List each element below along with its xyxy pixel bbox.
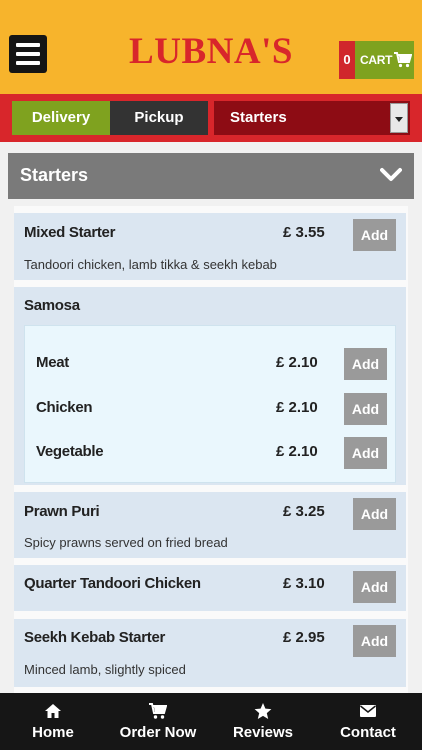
order-type-bar: Delivery Pickup Starters	[0, 94, 422, 142]
menu-item: Seekh Kebab Starter £ 2.95 Add Minced la…	[14, 619, 406, 687]
nav-home[interactable]: Home	[18, 693, 88, 750]
hamburger-line	[16, 43, 40, 47]
variant-name: Chicken	[36, 399, 93, 416]
menu-hamburger-button[interactable]	[9, 35, 47, 73]
item-price: £ 3.55	[283, 224, 325, 241]
restaurant-logo[interactable]: LUBNA'S	[108, 30, 314, 73]
item-description: Minced lamb, slightly spiced	[24, 662, 186, 677]
item-description: Spicy prawns served on fried bread	[24, 535, 228, 550]
item-name: Seekh Kebab Starter	[24, 629, 166, 646]
variant-row: Vegetable £ 2.10 Add	[25, 437, 395, 473]
item-description: Tandoori chicken, lamb tikka & seekh keb…	[24, 257, 277, 272]
star-icon	[254, 703, 272, 719]
chevron-down-icon	[380, 168, 402, 181]
item-name: Quarter Tandoori Chicken	[24, 575, 201, 592]
add-button[interactable]: Add	[353, 498, 396, 530]
item-name: Mixed Starter	[24, 224, 116, 241]
select-dropdown-arrow-icon[interactable]	[390, 103, 408, 133]
menu-item: Samosa Meat £ 2.10 Add Chicken £ 2.10 Ad…	[14, 287, 406, 485]
section-header-starters[interactable]: Starters	[8, 153, 414, 199]
item-name: Prawn Puri	[24, 503, 100, 520]
variant-name: Meat	[36, 354, 69, 371]
add-button[interactable]: Add	[344, 348, 387, 380]
hamburger-line	[16, 61, 40, 65]
variant-row: Chicken £ 2.10 Add	[25, 393, 395, 429]
cart-icon	[149, 703, 167, 719]
variant-price: £ 2.10	[276, 399, 318, 416]
home-icon	[45, 704, 61, 718]
category-select[interactable]: Starters	[214, 101, 410, 135]
cart-button[interactable]: 0 CART	[339, 41, 414, 79]
add-button[interactable]: Add	[353, 625, 396, 657]
section-title: Starters	[20, 165, 89, 185]
nav-reviews[interactable]: Reviews	[226, 693, 300, 750]
variant-panel: Meat £ 2.10 Add Chicken £ 2.10 Add Veget…	[24, 325, 396, 483]
cart-body: CART	[355, 41, 414, 79]
variant-name: Vegetable	[36, 443, 104, 460]
item-name: Samosa	[24, 297, 80, 314]
category-select-value: Starters	[230, 109, 287, 126]
variant-price: £ 2.10	[276, 354, 318, 371]
add-button[interactable]: Add	[353, 571, 396, 603]
tab-pickup[interactable]: Pickup	[110, 101, 208, 135]
envelope-icon	[360, 705, 376, 717]
item-price: £ 3.10	[283, 575, 325, 592]
add-button[interactable]: Add	[353, 219, 396, 251]
nav-label: Contact	[340, 724, 396, 741]
app-header: LUBNA'S 0 CART	[0, 0, 422, 94]
bottom-navigation: Home Order Now Reviews Contact	[0, 693, 422, 750]
nav-contact[interactable]: Contact	[334, 693, 402, 750]
shopping-cart-icon	[394, 52, 412, 68]
variant-row: Meat £ 2.10 Add	[25, 348, 395, 384]
item-price: £ 2.95	[283, 629, 325, 646]
nav-label: Order Now	[119, 724, 197, 741]
add-button[interactable]: Add	[344, 437, 387, 469]
nav-label: Home	[32, 724, 74, 741]
nav-order-now[interactable]: Order Now	[112, 693, 204, 750]
hamburger-line	[16, 52, 40, 56]
item-price: £ 3.25	[283, 503, 325, 520]
menu-item: Prawn Puri £ 3.25 Add Spicy prawns serve…	[14, 492, 406, 558]
cart-count-badge: 0	[339, 41, 355, 79]
menu-item: Mixed Starter £ 3.55 Add Tandoori chicke…	[14, 213, 406, 280]
nav-label: Reviews	[232, 724, 294, 741]
add-button[interactable]: Add	[344, 393, 387, 425]
variant-price: £ 2.10	[276, 443, 318, 460]
menu-item: Quarter Tandoori Chicken £ 3.10 Add	[14, 565, 406, 611]
tab-delivery[interactable]: Delivery	[12, 101, 110, 135]
cart-label: CART	[360, 53, 393, 67]
